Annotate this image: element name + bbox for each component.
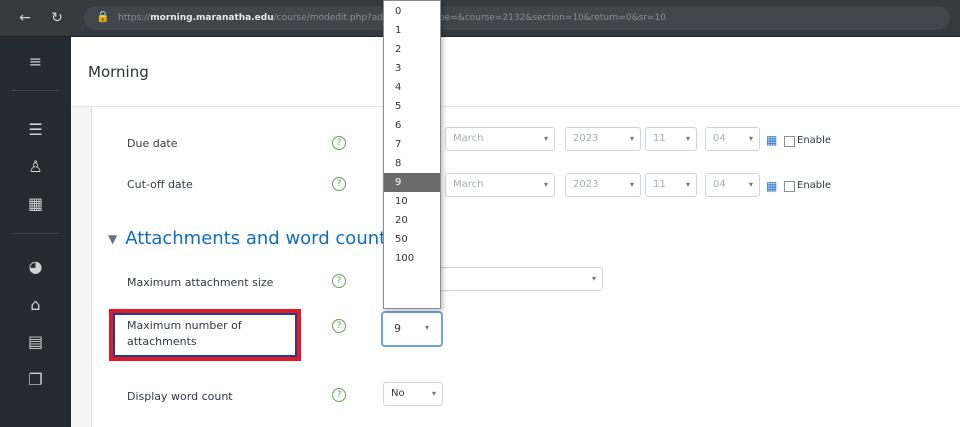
display-word-count-label: Display word count	[127, 390, 233, 403]
sidebar-divider	[12, 233, 59, 234]
help-icon[interactable]: ?	[332, 319, 346, 333]
due-date-enable-label: Enable	[797, 135, 832, 146]
max-attachments-value: 9	[394, 322, 401, 335]
calendar-icon[interactable]: ▤	[0, 327, 71, 357]
dropdown-option[interactable]: 7	[384, 135, 440, 154]
cutoff-date-minute-select[interactable]: 04 ▾	[705, 173, 760, 197]
display-word-count-select[interactable]: No ▾	[383, 382, 443, 406]
due-date-month-select[interactable]: March ▾	[445, 127, 555, 151]
dropdown-option[interactable]: 10	[384, 192, 440, 211]
cutoff-date-month-select[interactable]: March ▾	[445, 173, 555, 197]
dropdown-option[interactable]: 0	[384, 2, 440, 21]
left-sidebar: ≡ ☰ ♙ ▦ ◕ ⌂ ▤ ❐	[0, 37, 71, 427]
calendar-icon[interactable]: ▦	[766, 180, 778, 192]
dropdown-option[interactable]: 50	[384, 230, 440, 249]
due-date-minute-select[interactable]: 04 ▾	[705, 127, 760, 151]
dropdown-option[interactable]: 5	[384, 97, 440, 116]
section-heading-attachments[interactable]: ▼ Attachments and word count	[108, 228, 386, 249]
due-date-label: Due date	[127, 137, 178, 150]
dashboard-icon[interactable]: ◕	[0, 252, 71, 282]
max-attachment-size-label: Maximum attachment size	[127, 276, 274, 289]
dropdown-option[interactable]: 2	[384, 40, 440, 59]
due-date-enable-checkbox[interactable]	[784, 136, 795, 147]
help-icon[interactable]: ?	[332, 136, 346, 150]
list-icon[interactable]: ☰	[0, 115, 71, 145]
select-arrow-icon: ▾	[425, 323, 430, 332]
max-attachments-label-line2: attachments	[127, 335, 197, 348]
dropdown-option[interactable]: 100	[384, 249, 440, 268]
help-icon[interactable]: ?	[332, 388, 346, 402]
cutoff-date-year-select[interactable]: 2023 ▾	[565, 173, 641, 197]
dropdown-option-selected[interactable]: 9	[384, 173, 440, 192]
dropdown-option[interactable]: 1	[384, 21, 440, 40]
page-header: Morning	[71, 37, 960, 107]
sidebar-divider	[12, 90, 59, 91]
calendar-icon[interactable]: ▦	[766, 134, 778, 146]
address-bar[interactable]: 🔒 https://morning.maranatha.edu/course/m…	[84, 6, 950, 30]
max-attachments-select[interactable]: 9 ▾	[381, 311, 443, 347]
help-icon[interactable]: ?	[332, 177, 346, 191]
browser-toolbar: ← ↻ 🔒 https://morning.maranatha.edu/cour…	[0, 0, 960, 37]
cutoff-date-label: Cut-off date	[127, 178, 193, 191]
cutoff-date-enable-checkbox[interactable]	[784, 181, 795, 192]
files-icon[interactable]: ❐	[0, 365, 71, 395]
cutoff-date-hour-select[interactable]: 11 ▾	[645, 173, 697, 197]
home-icon[interactable]: ⌂	[0, 290, 71, 320]
back-arrow-icon[interactable]: ←	[16, 9, 34, 27]
menu-icon[interactable]: ≡	[0, 47, 71, 77]
help-icon[interactable]: ?	[332, 274, 346, 288]
dropdown-option[interactable]: 3	[384, 59, 440, 78]
due-date-year-select[interactable]: 2023 ▾	[565, 127, 641, 151]
users-icon[interactable]: ♙	[0, 152, 71, 182]
reload-icon[interactable]: ↻	[48, 9, 66, 27]
lock-icon: 🔒	[96, 10, 110, 23]
cutoff-date-enable-label: Enable	[797, 180, 832, 191]
chevron-down-icon: ▼	[108, 232, 118, 246]
due-date-hour-select[interactable]: 11 ▾	[645, 127, 697, 151]
dropdown-option[interactable]: 20	[384, 211, 440, 230]
grid-icon[interactable]: ▦	[0, 189, 71, 219]
page-title: Morning	[88, 63, 149, 81]
dropdown-option[interactable]: 8	[384, 154, 440, 173]
dropdown-option[interactable]: 6	[384, 116, 440, 135]
max-attachments-label-line1: Maximum number of	[127, 319, 242, 332]
max-attachments-dropdown-list[interactable]: 0 1 2 3 4 5 6 7 8 9 10 20 50 100	[383, 0, 441, 309]
dropdown-option[interactable]: 4	[384, 78, 440, 97]
